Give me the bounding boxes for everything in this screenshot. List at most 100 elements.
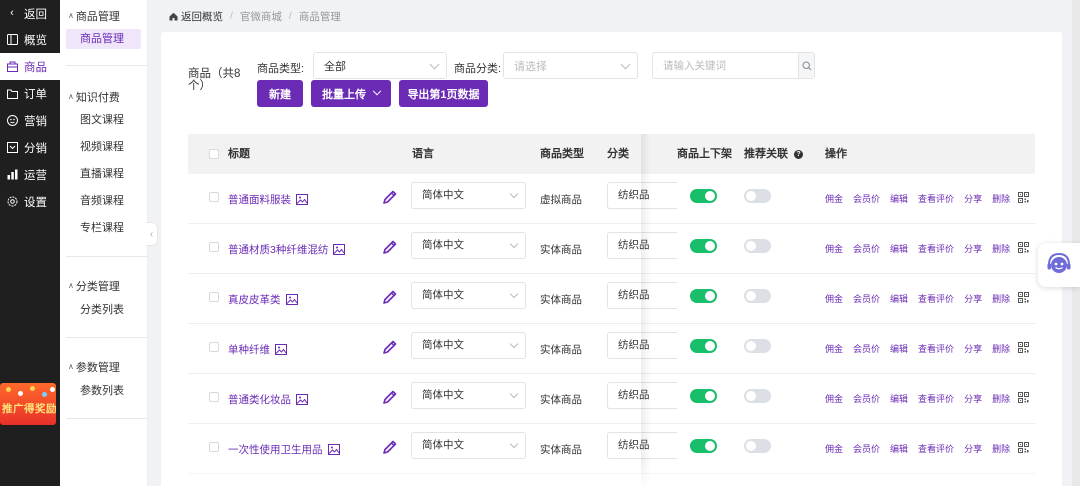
submenu-group-params[interactable]: ∧ 参数管理 (68, 359, 120, 375)
batch-upload-button[interactable]: 批量上传 (311, 80, 391, 107)
on-shelf-toggle[interactable] (690, 189, 717, 203)
action-link[interactable]: 编辑 (890, 342, 908, 355)
product-title-link[interactable]: 普通材质3种纤维混纺 (228, 242, 346, 257)
breadcrumb-item[interactable]: 官微商城 (240, 9, 282, 24)
row-checkbox[interactable] (209, 392, 219, 402)
select-all-checkbox[interactable] (209, 149, 219, 159)
nav-item-goods[interactable]: 商品 (0, 53, 60, 80)
edit-title-button[interactable] (382, 389, 398, 408)
recommend-toggle[interactable] (744, 189, 771, 203)
nav-item-distribution[interactable]: 分销 (0, 134, 60, 161)
row-checkbox[interactable] (209, 442, 219, 452)
action-link[interactable]: 分享 (964, 242, 982, 255)
on-shelf-toggle[interactable] (690, 339, 717, 353)
action-link[interactable]: 查看评价 (918, 292, 954, 305)
action-link[interactable]: 会员价 (853, 292, 880, 305)
recommend-toggle[interactable] (744, 239, 771, 253)
action-link[interactable]: 查看评价 (918, 342, 954, 355)
language-select[interactable]: 简体中文 (411, 282, 526, 309)
language-select[interactable]: 简体中文 (411, 232, 526, 259)
nav-item-marketing[interactable]: 营销 (0, 107, 60, 134)
edit-title-button[interactable] (382, 239, 398, 258)
product-title-link[interactable]: 单种纤维 (228, 342, 287, 357)
action-link[interactable]: 删除 (992, 392, 1010, 405)
help-icon[interactable]: ? (794, 149, 803, 159)
row-checkbox[interactable] (209, 242, 219, 252)
action-link[interactable]: 删除 (992, 442, 1010, 455)
on-shelf-toggle[interactable] (690, 439, 717, 453)
qrcode-button[interactable] (1018, 342, 1030, 355)
submenu-group-knowledge[interactable]: ∧ 知识付费 (68, 89, 120, 105)
product-title-link[interactable]: 普通面料服装 (228, 192, 308, 207)
action-link[interactable]: 查看评价 (918, 242, 954, 255)
action-link[interactable]: 分享 (964, 292, 982, 305)
action-link[interactable]: 会员价 (853, 192, 880, 205)
action-link[interactable]: 佣金 (825, 192, 843, 205)
on-shelf-toggle[interactable] (690, 289, 717, 303)
recommend-toggle[interactable] (744, 289, 771, 303)
action-link[interactable]: 编辑 (890, 442, 908, 455)
action-link[interactable]: 会员价 (853, 342, 880, 355)
nav-item-settings[interactable]: 设置 (0, 188, 60, 215)
recommend-toggle[interactable] (744, 339, 771, 353)
submenu-item-column-course[interactable]: 专栏课程 (80, 218, 124, 238)
edit-title-button[interactable] (382, 189, 398, 208)
submenu-item-video-course[interactable]: 视频课程 (80, 137, 124, 157)
search-input[interactable] (653, 53, 798, 78)
action-link[interactable]: 删除 (992, 192, 1010, 205)
product-title-link[interactable]: 普通类化妆品 (228, 392, 308, 407)
row-checkbox[interactable] (209, 192, 219, 202)
edit-title-button[interactable] (382, 339, 398, 358)
collapse-sidebar-button[interactable]: ‹ (146, 222, 158, 246)
action-link[interactable]: 删除 (992, 292, 1010, 305)
type-select[interactable]: 全部 (313, 52, 447, 79)
submenu-group-goods[interactable]: ∧ 商品管理 (68, 8, 120, 24)
on-shelf-toggle[interactable] (690, 239, 717, 253)
action-link[interactable]: 佣金 (825, 392, 843, 405)
back-button[interactable]: ‹ 返回 (0, 0, 60, 27)
action-link[interactable]: 删除 (992, 342, 1010, 355)
action-link[interactable]: 佣金 (825, 342, 843, 355)
product-title-link[interactable]: 真皮皮革类 (228, 292, 298, 307)
action-link[interactable]: 编辑 (890, 242, 908, 255)
action-link[interactable]: 查看评价 (918, 192, 954, 205)
action-link[interactable]: 佣金 (825, 292, 843, 305)
action-link[interactable]: 查看评价 (918, 392, 954, 405)
nav-item-operation[interactable]: 运营 (0, 161, 60, 188)
submenu-item-article-course[interactable]: 图文课程 (80, 110, 124, 130)
submenu-item-goods-management[interactable]: 商品管理 (66, 29, 141, 49)
category-select[interactable]: 请选择 (503, 52, 638, 79)
action-link[interactable]: 佣金 (825, 242, 843, 255)
language-select[interactable]: 简体中文 (411, 432, 526, 459)
nav-item-overview[interactable]: 概览 (0, 26, 60, 53)
action-link[interactable]: 会员价 (853, 242, 880, 255)
nav-item-orders[interactable]: 订单 (0, 80, 60, 107)
language-select[interactable]: 简体中文 (411, 382, 526, 409)
search-button[interactable] (798, 53, 814, 78)
action-link[interactable]: 查看评价 (918, 442, 954, 455)
language-select[interactable]: 简体中文 (411, 182, 526, 209)
action-link[interactable]: 删除 (992, 242, 1010, 255)
action-link[interactable]: 分享 (964, 392, 982, 405)
row-checkbox[interactable] (209, 292, 219, 302)
qrcode-button[interactable] (1018, 292, 1030, 305)
action-link[interactable]: 编辑 (890, 292, 908, 305)
submenu-item-live-course[interactable]: 直播课程 (80, 164, 124, 184)
qrcode-button[interactable] (1018, 442, 1030, 455)
language-select[interactable]: 简体中文 (411, 332, 526, 359)
qrcode-button[interactable] (1018, 192, 1030, 205)
action-link[interactable]: 分享 (964, 192, 982, 205)
action-link[interactable]: 会员价 (853, 442, 880, 455)
submenu-item-param-list[interactable]: 参数列表 (80, 381, 124, 401)
action-link[interactable]: 分享 (964, 442, 982, 455)
submenu-group-category[interactable]: ∧ 分类管理 (68, 278, 120, 294)
promo-banner[interactable]: 推广得奖励 (0, 383, 56, 425)
edit-title-button[interactable] (382, 289, 398, 308)
recommend-toggle[interactable] (744, 389, 771, 403)
edit-title-button[interactable] (382, 439, 398, 458)
qrcode-button[interactable] (1018, 242, 1030, 255)
submenu-item-category-list[interactable]: 分类列表 (80, 300, 124, 320)
product-title-link[interactable]: 一次性使用卫生用品 (228, 442, 340, 457)
action-link[interactable]: 分享 (964, 342, 982, 355)
submenu-item-audio-course[interactable]: 音频课程 (80, 191, 124, 211)
